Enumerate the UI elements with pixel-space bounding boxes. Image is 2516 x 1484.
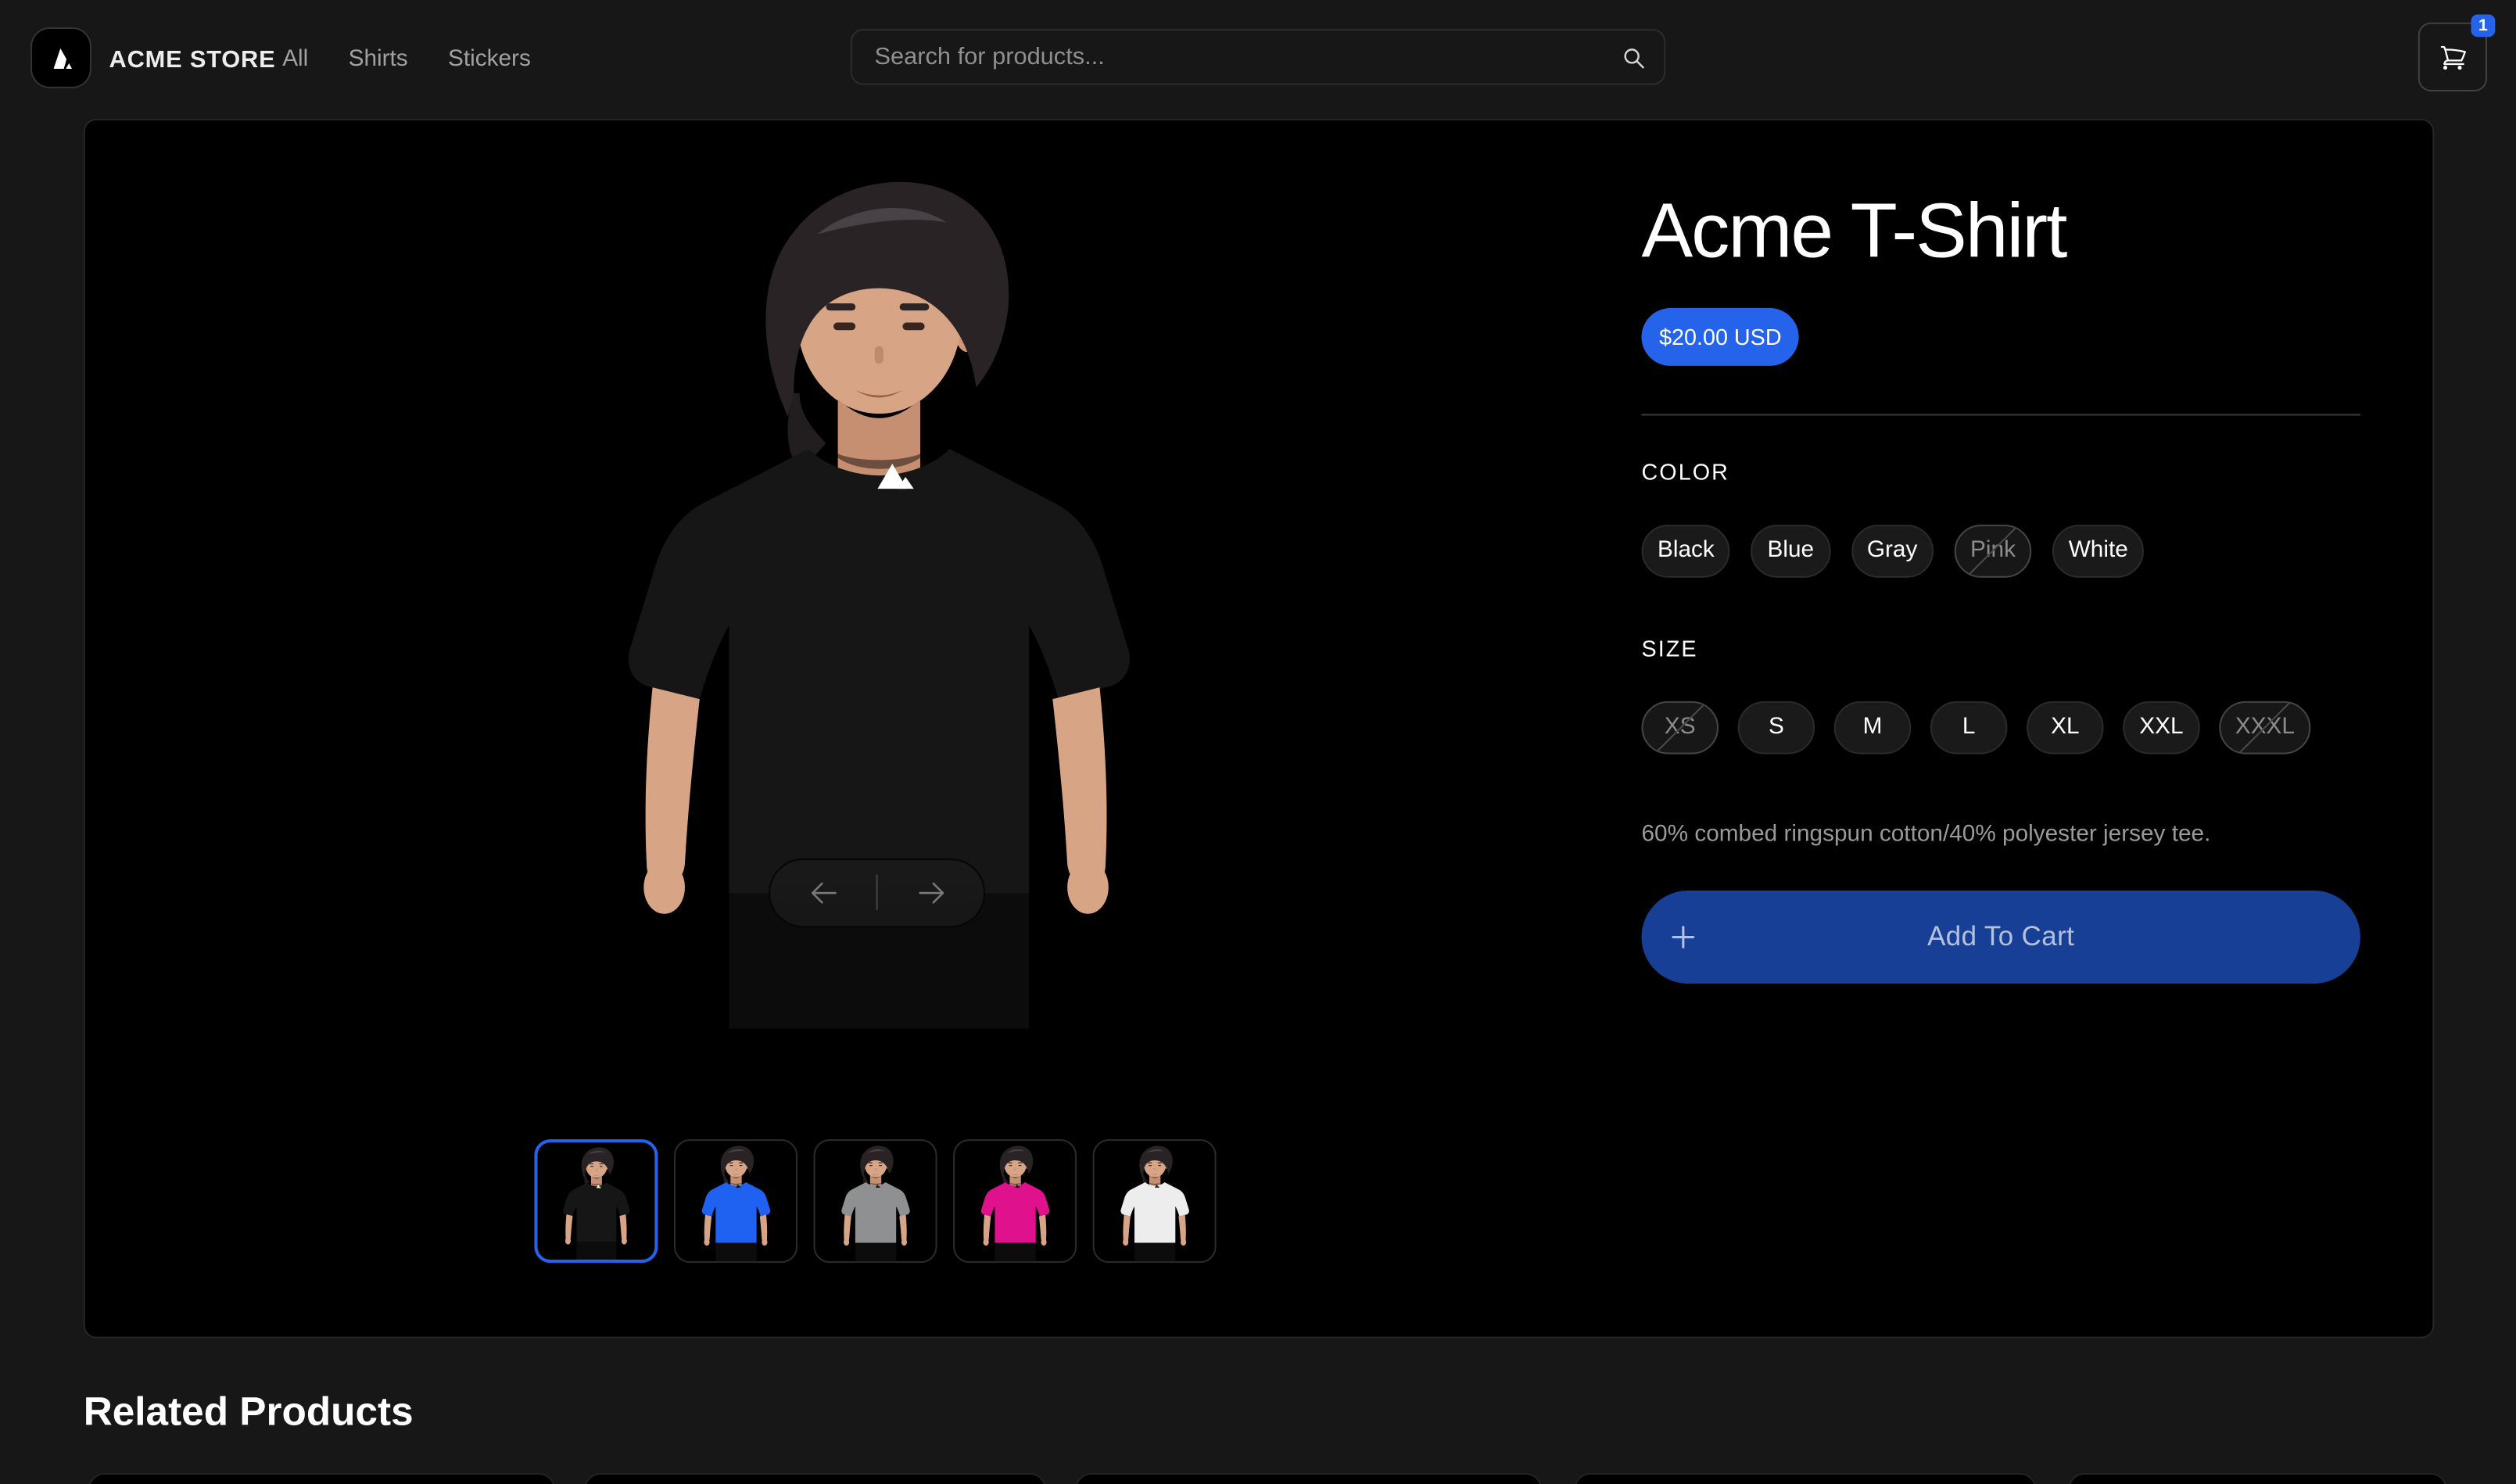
size-option-xs[interactable]: XS xyxy=(1641,701,1719,754)
next-image-button[interactable] xyxy=(878,859,984,925)
search-icon xyxy=(1621,45,1647,70)
thumbnail-gray[interactable] xyxy=(814,1138,937,1262)
color-option-pink[interactable]: Pink xyxy=(1955,524,2032,577)
related-product-card[interactable] xyxy=(88,1473,555,1484)
divider xyxy=(1641,413,2360,414)
related-product-card[interactable] xyxy=(1075,1473,1542,1484)
arrow-right-icon xyxy=(916,877,946,908)
thumbnail-blue[interactable] xyxy=(674,1138,797,1262)
size-options: XS S M L XL XXL XXXL xyxy=(1641,701,2310,754)
nav-link-all[interactable]: All xyxy=(282,47,308,73)
brand-name[interactable]: ACME STORE xyxy=(109,47,276,74)
related-products-heading: Related Products xyxy=(84,1389,414,1436)
size-option-l[interactable]: L xyxy=(1930,701,2008,754)
nav-links: All Shirts Stickers xyxy=(282,47,531,73)
add-to-cart-button[interactable]: Add To Cart xyxy=(1641,890,2360,983)
product-description: 60% combed ringspun cotton/40% polyester… xyxy=(1641,819,2210,848)
acme-triangle-icon xyxy=(48,44,75,71)
cart-count-badge: 1 xyxy=(2471,14,2496,37)
size-option-xxxl[interactable]: XXXL xyxy=(2219,701,2310,754)
add-to-cart-label: Add To Cart xyxy=(1927,920,2074,952)
size-option-m[interactable]: M xyxy=(1834,701,1912,754)
cart-icon xyxy=(2438,42,2467,71)
thumbnail-pink[interactable] xyxy=(953,1138,1077,1262)
cart-widget: 1 xyxy=(2418,23,2487,91)
image-carousel-controls xyxy=(769,858,985,927)
search-bar xyxy=(851,29,1666,85)
color-option-gray[interactable]: Gray xyxy=(1851,524,1934,577)
arrow-left-icon xyxy=(808,877,838,908)
nav-link-stickers[interactable]: Stickers xyxy=(448,47,531,73)
nav-link-shirts[interactable]: Shirts xyxy=(349,47,408,73)
plus-icon xyxy=(1667,920,1699,952)
product-title: Acme T-Shirt xyxy=(1641,190,2066,274)
search-input[interactable] xyxy=(852,43,1664,70)
related-product-card[interactable] xyxy=(1574,1473,2036,1484)
size-option-xl[interactable]: XL xyxy=(2027,701,2104,754)
size-option-label: SIZE xyxy=(1641,635,1697,661)
color-options: Black Blue Gray Pink White xyxy=(1641,524,2144,577)
store-logo[interactable] xyxy=(30,27,91,88)
size-option-s[interactable]: S xyxy=(1738,701,1815,754)
size-option-xxl[interactable]: XXL xyxy=(2123,701,2200,754)
color-option-black[interactable]: Black xyxy=(1641,524,1730,577)
thumbnail-black[interactable] xyxy=(534,1138,658,1262)
product-card: Acme T-Shirt $20.00 USD COLOR Black Blue… xyxy=(84,118,2435,1338)
color-option-blue[interactable]: Blue xyxy=(1751,524,1830,577)
related-product-card[interactable] xyxy=(584,1473,1046,1484)
thumbnail-strip xyxy=(534,1138,1216,1262)
thumbnail-white[interactable] xyxy=(1093,1138,1217,1262)
related-product-card[interactable] xyxy=(2068,1473,2446,1484)
color-option-label: COLOR xyxy=(1641,458,1729,484)
previous-image-button[interactable] xyxy=(770,859,876,925)
navbar: ACME STORE All Shirts Stickers 1 xyxy=(0,0,2516,117)
color-option-white[interactable]: White xyxy=(2052,524,2144,577)
price-badge: $20.00 USD xyxy=(1641,307,1799,365)
